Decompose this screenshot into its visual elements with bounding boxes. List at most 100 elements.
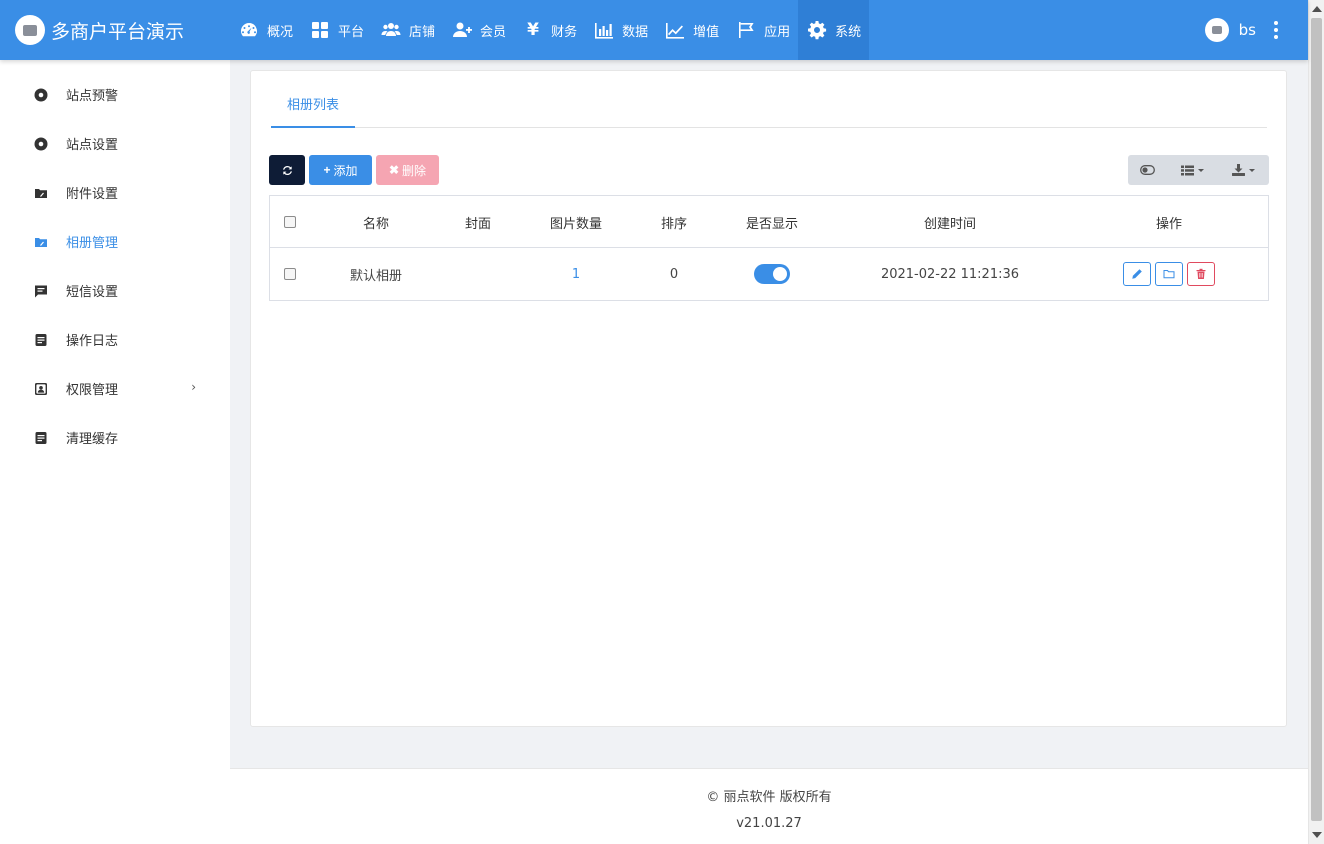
sidebar-item-operation-log[interactable]: 操作日志 xyxy=(0,315,230,364)
column-header-sort[interactable]: 排序 xyxy=(628,196,720,248)
folder-icon xyxy=(1163,270,1175,279)
column-header-created-at[interactable]: 创建时间 xyxy=(824,196,1076,248)
row-checkbox[interactable] xyxy=(284,268,296,280)
download-icon xyxy=(1232,164,1245,176)
sidebar-item-label: 短信设置 xyxy=(66,285,119,300)
nav-label: 平台 xyxy=(338,24,365,40)
export-dropdown-button[interactable] xyxy=(1218,155,1269,185)
album-table: 名称 封面 图片数量 排序 是否显示 创建时间 操作 默认相册 1 0 2021… xyxy=(269,195,1269,301)
toggle-view-button[interactable] xyxy=(1128,155,1166,185)
sidebar-item-label: 权限管理 xyxy=(66,383,119,398)
delete-button[interactable]: ✖ 删除 xyxy=(376,155,439,185)
footer: © 丽点软件 版权所有 v21.01.27 xyxy=(230,768,1308,844)
nav-label: 应用 xyxy=(764,24,791,40)
column-header-name[interactable]: 名称 xyxy=(320,196,432,248)
yen-icon: ¥ xyxy=(527,20,539,40)
add-button[interactable]: + 添加 xyxy=(309,155,372,185)
sidebar-item-attachment-settings[interactable]: 附件设置 xyxy=(0,168,230,217)
column-header-visible[interactable]: 是否显示 xyxy=(720,196,824,248)
bar-chart-icon xyxy=(593,20,615,40)
folder-clip-icon xyxy=(34,186,48,200)
app-logo xyxy=(15,15,45,45)
circle-dot-icon xyxy=(34,88,48,102)
dashboard-icon xyxy=(238,20,260,40)
scrollbar-thumb[interactable] xyxy=(1311,18,1322,821)
sidebar-item-clear-cache[interactable]: 清理缓存 xyxy=(0,413,230,462)
nav-label: 数据 xyxy=(622,24,649,40)
open-album-button[interactable] xyxy=(1155,262,1183,286)
folder-clip-icon xyxy=(34,235,48,249)
nav-label: 系统 xyxy=(835,24,862,40)
nav-item-member[interactable]: 会员 xyxy=(443,0,514,60)
nav-label: 概况 xyxy=(267,24,294,40)
document-icon xyxy=(34,431,48,445)
nav-label: 增值 xyxy=(693,24,720,40)
scroll-down-arrow-icon[interactable] xyxy=(1312,832,1322,838)
image-count-link[interactable]: 1 xyxy=(572,267,580,282)
trash-icon xyxy=(1196,268,1206,279)
sidebar-item-permissions[interactable]: 权限管理 › xyxy=(0,364,230,413)
nav-item-apps[interactable]: 应用 xyxy=(727,0,798,60)
toggle-view-icon xyxy=(1139,165,1155,175)
delete-button-label: 删除 xyxy=(402,163,427,178)
sidebar-item-label: 站点设置 xyxy=(66,138,119,153)
user-menu[interactable]: bs xyxy=(1204,0,1282,60)
avatar[interactable] xyxy=(1204,18,1229,42)
album-name: 默认相册 xyxy=(349,268,402,284)
columns-dropdown-button[interactable] xyxy=(1166,155,1218,185)
sidebar-item-album-management[interactable]: 相册管理 xyxy=(0,217,230,266)
sidebar-item-sms-settings[interactable]: 短信设置 xyxy=(0,266,230,315)
caret-down-icon xyxy=(1197,168,1204,172)
visible-toggle[interactable] xyxy=(754,264,790,284)
line-chart-icon xyxy=(664,20,686,40)
chevron-right-icon: › xyxy=(191,380,196,394)
grid-icon xyxy=(309,20,331,40)
nav-item-finance[interactable]: ¥ 财务 xyxy=(514,0,585,60)
column-header-cover[interactable]: 封面 xyxy=(432,196,524,248)
top-navbar: 多商户平台演示 概况 平台 店铺 会员 ¥ 财务 数据 增值 应用 系统 bs xyxy=(0,0,1308,60)
refresh-button[interactable] xyxy=(269,155,305,185)
album-created-at: 2021-02-22 11:21:36 xyxy=(880,266,1020,282)
list-icon xyxy=(1180,165,1194,175)
sidebar-item-label: 相册管理 xyxy=(66,236,119,251)
column-header-image-count[interactable]: 图片数量 xyxy=(524,196,628,248)
nav-item-data[interactable]: 数据 xyxy=(585,0,656,60)
nav-item-value-added[interactable]: 增值 xyxy=(656,0,727,60)
album-visible-cell xyxy=(720,248,824,300)
user-name[interactable]: bs xyxy=(1239,21,1256,39)
nav-item-store[interactable]: 店铺 xyxy=(372,0,443,60)
app-title: 多商户平台演示 xyxy=(51,20,185,43)
tab-album-list[interactable]: 相册列表 xyxy=(271,91,356,128)
times-icon: ✖ xyxy=(388,163,400,177)
plus-icon: + xyxy=(323,163,331,177)
edit-button[interactable] xyxy=(1123,262,1151,286)
nav-item-system[interactable]: 系统 xyxy=(798,0,870,60)
user-plus-icon xyxy=(451,20,473,40)
refresh-icon xyxy=(282,165,292,175)
sidebar-item-site-alert[interactable]: 站点预警 xyxy=(0,70,230,119)
sidebar: 站点预警 站点设置 附件设置 相册管理 短信设置 操作日志 权限管理 › 清理缓… xyxy=(0,60,230,844)
page-scrollbar[interactable] xyxy=(1308,0,1324,844)
flag-icon xyxy=(735,20,757,40)
scroll-up-arrow-icon[interactable] xyxy=(1312,6,1322,12)
caret-down-icon xyxy=(1249,168,1255,172)
user-badge-icon xyxy=(34,382,48,396)
sidebar-item-label: 操作日志 xyxy=(66,334,119,349)
table-row: 默认相册 1 0 2021-02-22 11:21:36 xyxy=(270,248,1268,300)
nav-item-overview[interactable]: 概况 xyxy=(230,0,301,60)
circle-dot-icon xyxy=(34,137,48,151)
select-all-checkbox[interactable] xyxy=(284,216,296,228)
nav-item-platform[interactable]: 平台 xyxy=(301,0,372,60)
album-actions xyxy=(1076,248,1262,300)
main-nav: 概况 平台 店铺 会员 ¥ 财务 数据 增值 应用 系统 xyxy=(230,0,870,60)
album-cover xyxy=(432,248,524,300)
more-vertical-icon[interactable] xyxy=(1270,17,1282,43)
delete-row-button[interactable] xyxy=(1187,262,1215,286)
nav-label: 财务 xyxy=(551,24,578,40)
add-button-label: 添加 xyxy=(333,163,358,178)
sidebar-item-label: 附件设置 xyxy=(66,187,119,202)
sidebar-item-site-settings[interactable]: 站点设置 xyxy=(0,119,230,168)
users-group-icon xyxy=(380,20,402,40)
table-toolbar: + 添加 ✖ 删除 xyxy=(269,155,439,185)
brand[interactable]: 多商户平台演示 xyxy=(0,0,230,60)
